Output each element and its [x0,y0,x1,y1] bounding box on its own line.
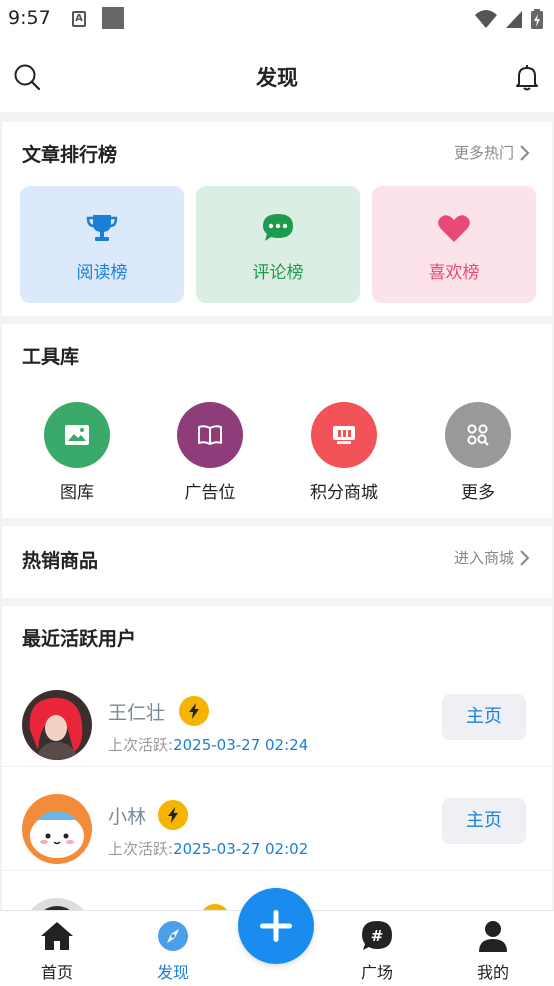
wifi-icon [475,10,497,28]
rank-card-read-label: 阅读榜 [76,263,128,283]
avatar[interactable] [22,794,92,864]
tool-gallery[interactable]: 图库 [22,402,132,503]
notification-a-icon: A [72,11,86,27]
tools-title: 工具库 [22,346,80,368]
plus-icon [260,910,292,942]
more-hot-label: 更多热门 [453,144,514,162]
bell-icon[interactable] [512,62,542,92]
last-active: 上次活跃:2025-03-27 02:24 [108,734,308,755]
tab-square-label: 广场 [360,963,393,982]
tab-home[interactable]: 首页 [17,919,97,983]
divider [2,766,552,767]
tab-home-label: 首页 [40,963,73,982]
tool-points-mall[interactable]: 积分商城 [289,402,399,503]
user-row[interactable]: 王仁壮 上次活跃:2025-03-27 02:24 主页 [2,672,552,776]
tab-mine[interactable]: 我的 [453,919,533,983]
tools-section: 工具库 图库 广告位 积分商城 更多 [2,324,552,518]
tool-gallery-label: 图库 [60,483,94,503]
user-name: 王仁壮 [108,702,166,724]
lightning-badge-icon [158,800,188,830]
gallery-icon [44,402,110,468]
signal-icon [506,11,522,28]
page-title: 发现 [256,66,298,90]
active-users-title: 最近活跃用户 [22,628,137,650]
tool-points-mall-label: 积分商城 [310,483,378,503]
person-icon [479,921,507,952]
more-grid-icon [445,402,511,468]
home-button[interactable]: 主页 [442,798,526,844]
user-name: 小林 [108,806,147,828]
user-row[interactable]: 小林 上次活跃:2025-03-27 02:02 主页 [2,776,552,880]
comment-icon [263,214,293,241]
tool-ad-slot-label: 广告位 [184,483,236,503]
rank-card-read[interactable]: 阅读榜 [20,186,184,303]
tab-discover[interactable]: 发现 [133,919,213,983]
enter-mall-link[interactable]: 进入商城 [454,547,530,568]
tab-square[interactable]: # 广场 [337,919,417,983]
chevron-right-icon [520,144,530,161]
rank-card-like[interactable]: 喜欢榜 [372,186,536,303]
notification-square-icon [102,7,124,29]
divider [2,870,552,871]
chevron-right-icon [520,549,530,566]
svg-text:#: # [371,927,384,945]
compass-icon [158,921,188,951]
status-time: 9:57 [8,7,51,29]
home-button[interactable]: 主页 [442,694,526,740]
last-active-label: 上次活跃: [108,840,174,858]
ranking-section: 文章排行榜 更多热门 阅读榜 评论榜 喜欢榜 [2,122,552,316]
status-indicators [474,8,544,30]
shop-icon [311,402,377,468]
rank-card-like-label: 喜欢榜 [428,263,480,283]
ranking-title: 文章排行榜 [22,144,118,166]
heart-icon [438,215,470,242]
last-active-label: 上次活跃: [108,736,174,754]
enter-mall-label: 进入商城 [453,549,514,567]
tool-more[interactable]: 更多 [423,402,533,503]
hashtag-bubble-icon: # [362,921,392,950]
top-bar: 发现 [0,40,554,112]
rank-card-comment-label: 评论榜 [252,263,304,283]
hot-goods-title: 热销商品 [22,550,99,572]
active-users-section: 最近活跃用户 王仁壮 上次活跃:2025-03-27 02:24 主页 小林 上… [2,606,552,916]
book-icon [177,402,243,468]
lightning-badge-icon [179,696,209,726]
last-active-time: 2025-03-27 02:02 [173,840,309,858]
rank-card-comment[interactable]: 评论榜 [196,186,360,303]
avatar[interactable] [22,690,92,760]
hot-goods-section: 热销商品 进入商城 [2,526,552,598]
trophy-icon [86,215,118,241]
tab-mine-label: 我的 [476,963,509,982]
home-icon [41,922,73,950]
tab-discover-label: 发现 [156,963,189,982]
last-active: 上次活跃:2025-03-27 02:02 [108,838,308,859]
tool-ad-slot[interactable]: 广告位 [155,402,265,503]
last-active-time: 2025-03-27 02:24 [173,736,309,754]
more-hot-link[interactable]: 更多热门 [454,142,530,163]
tool-more-label: 更多 [461,483,495,503]
status-bar: 9:57 A [0,0,554,40]
battery-icon [531,9,543,29]
add-post-button[interactable] [238,888,314,964]
